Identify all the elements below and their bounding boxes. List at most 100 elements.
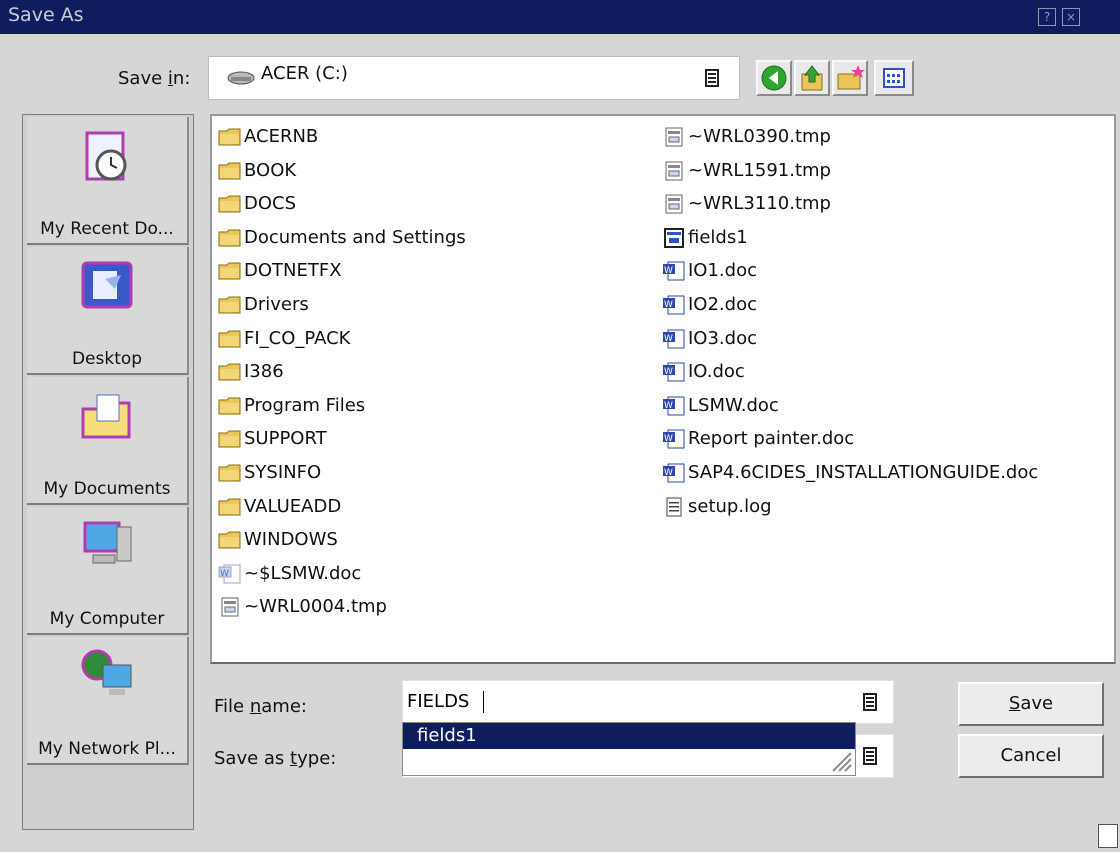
place-my-network-places[interactable]: My Network Pl... — [27, 637, 189, 765]
form-file-icon — [664, 227, 684, 248]
new-folder-button[interactable] — [832, 60, 868, 96]
file-name-text: SYSINFO — [244, 462, 322, 483]
place-my-computer[interactable]: My Computer — [27, 507, 189, 635]
file-name-text: DOCS — [244, 193, 297, 215]
word-doc-icon: W — [663, 429, 685, 449]
file-name-text: IO.doc — [688, 361, 745, 383]
word-doc-icon: W — [663, 396, 685, 416]
svg-text:W: W — [664, 367, 673, 377]
folder-icon — [218, 229, 241, 247]
file-name-dropdown-icon[interactable] — [863, 693, 877, 711]
file-name-text: IO3.doc — [688, 327, 757, 349]
view-menu-icon — [883, 68, 905, 88]
back-button[interactable] — [756, 60, 792, 96]
word-doc-icon: W — [218, 564, 241, 584]
svg-text:W: W — [664, 266, 673, 276]
back-arrow-icon — [761, 65, 787, 91]
close-button[interactable]: × — [1062, 8, 1080, 26]
place-my-recent-documents[interactable]: My Recent Do... — [27, 117, 189, 245]
resize-grip-icon[interactable] — [829, 749, 853, 773]
folder-icon — [218, 330, 241, 348]
file-name-text: SAP4.6CIDES_INSTALLATIONGUIDE.doc — [688, 462, 1039, 483]
folder-icon — [218, 430, 241, 448]
save-button[interactable]: Save — [958, 682, 1104, 726]
view-menu-button[interactable] — [874, 60, 914, 96]
folder-icon — [218, 363, 241, 381]
text-caret — [483, 691, 484, 713]
dropdown-icon — [705, 69, 719, 87]
tmp-file-icon — [221, 597, 239, 617]
file-name-text: BOOK — [244, 159, 297, 181]
tmp-file-icon — [665, 161, 683, 181]
file-name-text: I386 — [244, 361, 284, 383]
folder-icon — [218, 464, 241, 482]
file-name-text: ACERNB — [244, 126, 319, 147]
file-name-text: DOTNETFX — [244, 260, 342, 282]
new-folder-icon — [837, 65, 865, 90]
resize-corner — [1098, 824, 1118, 848]
word-doc-icon: W — [663, 362, 685, 382]
file-name-text: ~WRL3110.tmp — [688, 193, 831, 215]
my-documents-icon — [81, 394, 131, 439]
tmp-file-icon — [665, 194, 683, 214]
file-name-combo[interactable]: FIELDS — [402, 680, 894, 724]
svg-text:W: W — [664, 334, 673, 344]
place-desktop[interactable]: Desktop — [27, 247, 189, 375]
file-name-text: Drivers — [244, 294, 309, 315]
file-name-text: ~WRL0004.tmp — [244, 596, 387, 618]
save-in-combo[interactable]: ACER (C:) — [208, 56, 740, 100]
svg-text:W: W — [664, 434, 673, 444]
file-name-text: WINDOWS — [244, 529, 338, 551]
cancel-button[interactable]: Cancel — [958, 734, 1104, 778]
svg-text:W: W — [664, 468, 673, 478]
place-my-documents[interactable]: My Documents — [27, 377, 189, 505]
file-list[interactable]: ACERNB BOOK DOCS Documents and Settings DOTN… — [210, 114, 1116, 664]
file-name-text: VALUEADD — [244, 495, 342, 517]
svg-text:W: W — [220, 569, 229, 579]
autocomplete-option[interactable]: fields1 — [403, 723, 855, 749]
desktop-icon — [81, 261, 133, 309]
save-as-type-label: Save as type: — [214, 748, 337, 769]
file-name-text: Documents and Settings — [244, 226, 466, 248]
file-name-input[interactable]: FIELDS — [407, 691, 469, 712]
svg-text:W: W — [664, 401, 673, 411]
file-name-text: fields1 — [688, 226, 748, 248]
title-bar: Save As ? × — [0, 0, 1120, 34]
up-folder-button[interactable] — [794, 60, 830, 96]
window-title: Save As — [8, 4, 84, 26]
word-doc-icon: W — [663, 463, 685, 483]
file-name-text: ~WRL1591.tmp — [688, 159, 831, 181]
tmp-file-icon — [665, 127, 683, 147]
word-doc-icon: W — [663, 261, 685, 281]
file-name-text: IO1.doc — [688, 260, 757, 282]
file-name-text: SUPPORT — [244, 428, 327, 450]
up-folder-icon — [801, 65, 823, 91]
file-name-text: FI_CO_PACK — [244, 327, 351, 349]
folder-icon — [218, 498, 241, 516]
file-name-text: LSMW.doc — [688, 394, 779, 416]
file-name-text: setup.log — [688, 495, 772, 517]
folder-icon — [218, 531, 241, 549]
folder-icon — [218, 195, 241, 213]
file-name-text: IO2.doc — [688, 294, 757, 315]
folder-icon — [218, 397, 241, 415]
folder-icon — [218, 296, 241, 314]
text-file-icon — [666, 497, 682, 517]
save-as-type-dropdown-icon[interactable] — [863, 747, 877, 765]
file-name-text: ~WRL0390.tmp — [688, 126, 831, 147]
file-name-text: Program Files — [244, 394, 366, 416]
word-doc-icon: W — [663, 329, 685, 349]
file-name-label: File name: — [214, 696, 307, 717]
save-in-label: Save in: — [118, 68, 191, 89]
my-computer-icon — [83, 521, 132, 564]
folder-icon — [218, 162, 241, 180]
help-button[interactable]: ? — [1038, 8, 1056, 26]
drive-icon — [227, 71, 255, 85]
save-in-value: ACER (C:) — [261, 63, 348, 84]
autocomplete-dropdown: fields1 — [402, 722, 856, 776]
svg-text:W: W — [664, 300, 673, 310]
folder-icon — [218, 262, 241, 280]
file-name-text: Report painter.doc — [688, 428, 855, 450]
my-network-places-icon — [81, 649, 132, 695]
places-bar: My Recent Do... Desktop My Documents My … — [22, 114, 194, 830]
